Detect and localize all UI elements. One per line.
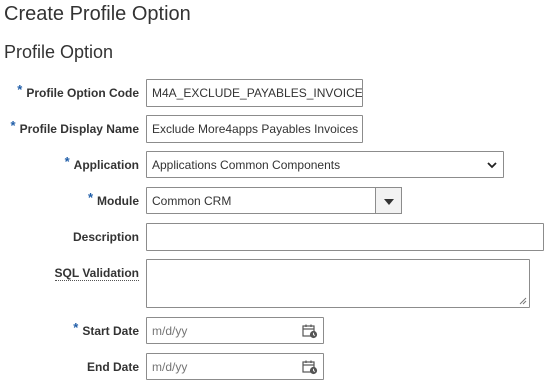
profile-option-code-input[interactable]: M4A_EXCLUDE_PAYABLES_INVOICE <box>146 79 363 107</box>
end-date-label: End Date <box>86 360 139 374</box>
sql-validation-label: SQL Validation <box>54 266 139 281</box>
required-marker: * <box>10 118 16 133</box>
application-label: * Application <box>64 154 139 172</box>
profile-display-name-value: Exclude More4apps Payables Invoices <box>152 122 359 136</box>
page-title: Create Profile Option <box>4 3 191 25</box>
module-dropdown-button[interactable] <box>375 187 402 214</box>
required-marker: * <box>64 154 70 169</box>
end-date-input[interactable]: m/d/yy <box>146 353 324 380</box>
application-value: Applications Common Components <box>152 157 341 172</box>
calendar-icon[interactable] <box>302 323 318 339</box>
calendar-icon[interactable] <box>302 359 318 375</box>
start-date-placeholder: m/d/yy <box>152 323 188 338</box>
sql-validation-textarea[interactable] <box>146 259 530 308</box>
module-value: Common CRM <box>152 193 232 208</box>
triangle-down-icon <box>384 199 394 205</box>
profile-option-code-label: * Profile Option Code <box>17 82 139 100</box>
start-date-input[interactable]: m/d/yy <box>146 317 324 344</box>
chevron-down-icon <box>487 161 497 168</box>
application-select[interactable]: Applications Common Components <box>146 151 504 178</box>
profile-display-name-input[interactable]: Exclude More4apps Payables Invoices <box>146 115 363 143</box>
module-input[interactable]: Common CRM <box>146 187 376 214</box>
description-label: Description <box>72 230 139 244</box>
resize-handle-icon[interactable] <box>519 297 527 305</box>
profile-option-code-value: M4A_EXCLUDE_PAYABLES_INVOICE <box>152 86 363 100</box>
start-date-label: * Start Date <box>73 320 139 338</box>
module-label: * Module <box>87 190 139 208</box>
required-marker: * <box>87 190 93 205</box>
required-marker: * <box>73 320 79 335</box>
profile-display-name-label: * Profile Display Name <box>10 118 139 136</box>
end-date-placeholder: m/d/yy <box>152 359 188 374</box>
required-marker: * <box>17 82 23 97</box>
description-input[interactable] <box>146 223 544 251</box>
section-title: Profile Option <box>4 42 114 62</box>
